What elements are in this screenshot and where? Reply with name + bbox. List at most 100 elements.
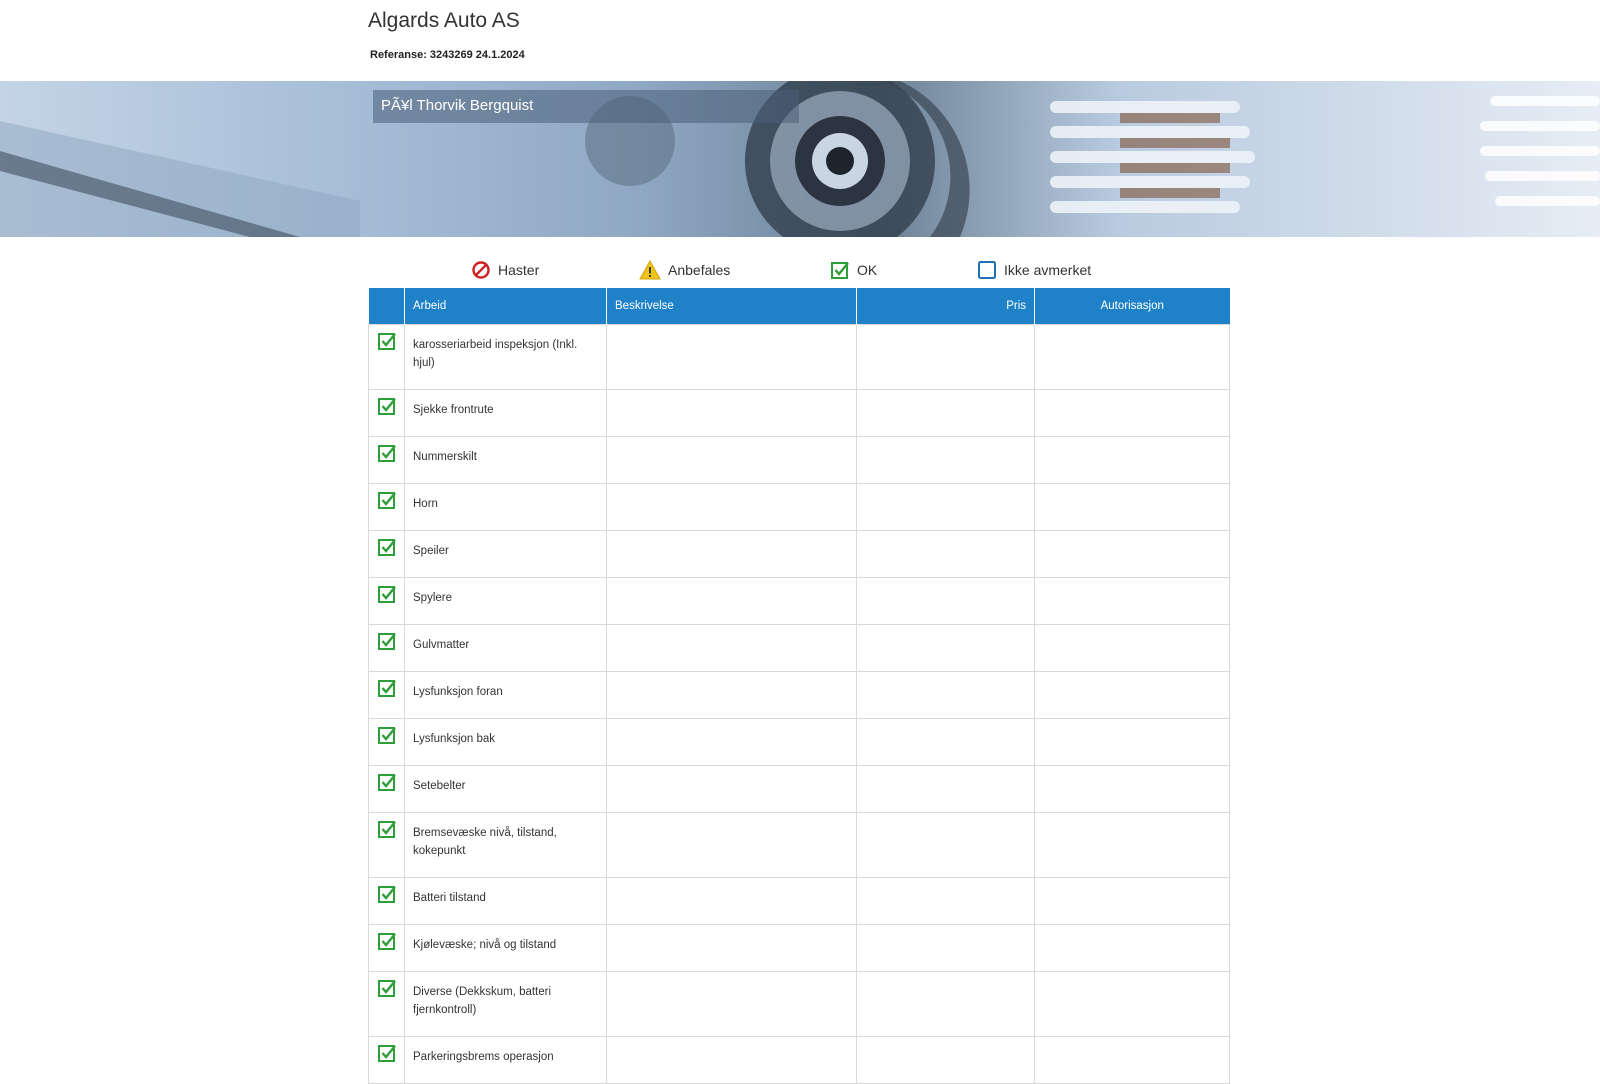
status-cell (368, 718, 405, 766)
price-cell (856, 436, 1035, 484)
work-cell: karosseriarbeid inspeksjon (Inkl. hjul) (404, 324, 607, 390)
status-cell (368, 671, 405, 719)
description-cell (606, 1036, 857, 1084)
description-cell (606, 483, 857, 531)
table-row: Diverse (Dekkskum, batteri fjernkontroll… (368, 971, 1230, 1037)
legend-label: OK (857, 262, 878, 278)
checked-box-icon (377, 633, 396, 650)
price-cell (856, 324, 1035, 390)
status-cell (368, 530, 405, 578)
work-cell: Speiler (404, 530, 607, 578)
price-cell (856, 877, 1035, 925)
table-header-row: Arbeid Beskrivelse Pris Autorisasjon (368, 288, 1230, 325)
checked-box-icon (377, 774, 396, 791)
work-cell: Diverse (Dekkskum, batteri fjernkontroll… (404, 971, 607, 1037)
work-cell: Parkeringsbrems operasjon (404, 1036, 607, 1084)
header-arbeid: Arbeid (404, 288, 607, 325)
status-cell (368, 877, 405, 925)
table-row: karosseriarbeid inspeksjon (Inkl. hjul) (368, 324, 1230, 390)
checked-box-icon (377, 933, 396, 950)
inspection-table: Arbeid Beskrivelse Pris Autorisasjon kar… (368, 288, 1230, 1084)
table-row: Gulvmatter (368, 624, 1230, 672)
header-beskrivelse: Beskrivelse (606, 288, 857, 325)
authorization-cell (1034, 877, 1230, 925)
checked-box-icon (377, 727, 396, 744)
legend-anbefales: Anbefales (639, 260, 730, 280)
legend-haster: Haster (471, 260, 539, 280)
company-title: Algards Auto AS (368, 9, 520, 32)
work-cell: Horn (404, 483, 607, 531)
status-cell (368, 765, 405, 813)
table-row: Lysfunksjon foran (368, 671, 1230, 719)
description-cell (606, 812, 857, 878)
legend-ikke-avmerket: Ikke avmerket (977, 260, 1091, 280)
work-cell: Kjølevæske; nivå og tilstand (404, 924, 607, 972)
authorization-cell (1034, 324, 1230, 390)
description-cell (606, 971, 857, 1037)
price-cell (856, 765, 1035, 813)
status-cell (368, 483, 405, 531)
status-cell (368, 389, 405, 437)
authorization-cell (1034, 971, 1230, 1037)
checked-box-icon (377, 586, 396, 603)
checked-box-icon (377, 821, 396, 838)
status-cell (368, 1036, 405, 1084)
table-row: Horn (368, 483, 1230, 531)
price-cell (856, 389, 1035, 437)
description-cell (606, 389, 857, 437)
authorization-cell (1034, 436, 1230, 484)
header-pris: Pris (856, 288, 1035, 325)
header-banner: PÃ¥l Thorvik Bergquist (0, 81, 1600, 237)
authorization-cell (1034, 389, 1230, 437)
status-cell (368, 436, 405, 484)
work-cell: Lysfunksjon foran (404, 671, 607, 719)
checked-box-icon (831, 262, 849, 279)
work-cell: Spylere (404, 577, 607, 625)
authorization-cell (1034, 671, 1230, 719)
price-cell (856, 671, 1035, 719)
table-row: Spylere (368, 577, 1230, 625)
status-cell (368, 971, 405, 1037)
work-cell: Lysfunksjon bak (404, 718, 607, 766)
description-cell (606, 671, 857, 719)
status-legend: Haster Anbefales OK Ikke avmerket (368, 260, 1228, 282)
description-cell (606, 718, 857, 766)
checked-box-icon (377, 445, 396, 462)
header-status (368, 288, 405, 325)
description-cell (606, 624, 857, 672)
price-cell (856, 971, 1035, 1037)
description-cell (606, 436, 857, 484)
checked-box-icon (377, 680, 396, 697)
price-cell (856, 924, 1035, 972)
authorization-cell (1034, 624, 1230, 672)
description-cell (606, 877, 857, 925)
checked-box-icon (377, 398, 396, 415)
customer-name: PÃ¥l Thorvik Bergquist (381, 97, 534, 114)
description-cell (606, 530, 857, 578)
table-row: Bremsevæske nivå, tilstand, kokepunkt (368, 812, 1230, 878)
table-row: Lysfunksjon bak (368, 718, 1230, 766)
prohibited-icon (472, 261, 490, 279)
customer-name-box: PÃ¥l Thorvik Bergquist (373, 90, 799, 123)
description-cell (606, 324, 857, 390)
table-row: Nummerskilt (368, 436, 1230, 484)
work-cell: Sjekke frontrute (404, 389, 607, 437)
price-cell (856, 718, 1035, 766)
authorization-cell (1034, 577, 1230, 625)
empty-box-icon (978, 261, 996, 279)
legend-label: Haster (498, 262, 540, 278)
checked-box-icon (377, 980, 396, 997)
authorization-cell (1034, 483, 1230, 531)
table-row: Sjekke frontrute (368, 389, 1230, 437)
description-cell (606, 577, 857, 625)
work-cell: Batteri tilstand (404, 877, 607, 925)
work-cell: Bremsevæske nivå, tilstand, kokepunkt (404, 812, 607, 878)
work-cell: Nummerskilt (404, 436, 607, 484)
authorization-cell (1034, 718, 1230, 766)
authorization-cell (1034, 924, 1230, 972)
status-cell (368, 624, 405, 672)
authorization-cell (1034, 812, 1230, 878)
price-cell (856, 1036, 1035, 1084)
checked-box-icon (377, 333, 396, 350)
authorization-cell (1034, 1036, 1230, 1084)
